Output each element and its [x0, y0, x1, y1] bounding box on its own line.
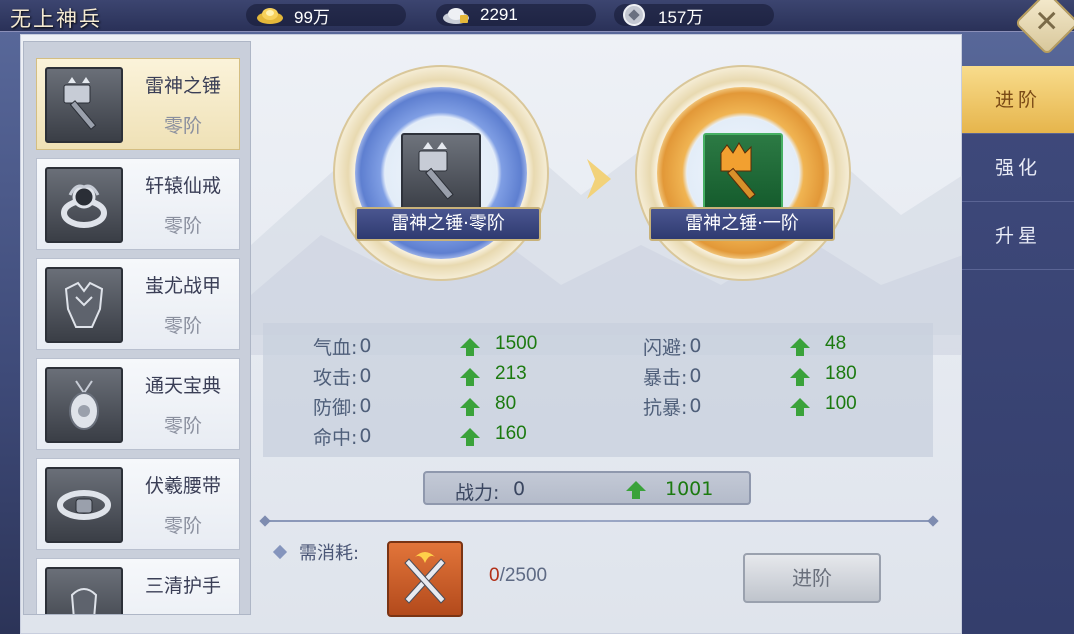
page-title: 无上神兵	[10, 7, 102, 31]
list-item-hammer[interactable]: 雷神之锤 零阶	[36, 58, 240, 150]
top-bar: 无上神兵 99万 2291 157万	[0, 0, 1074, 32]
equipment-list[interactable]: 雷神之锤 零阶 轩辕仙戒 零阶 蚩尤战甲 零阶 通天宝典 零阶 伏羲腰带 零阶 …	[23, 41, 251, 615]
up-arrow-icon	[790, 338, 810, 356]
armor-icon	[45, 267, 123, 343]
stat-row: 暴击: 0	[643, 365, 702, 389]
silver-hammer-icon	[401, 133, 481, 213]
stat-row: 命中: 0	[313, 425, 372, 449]
stat-row: 闪避: 0	[643, 335, 702, 359]
main-panel: 雷神之锤 零阶 轩辕仙戒 零阶 蚩尤战甲 零阶 通天宝典 零阶 伏羲腰带 零阶 …	[20, 34, 963, 634]
stat-row: 攻击: 0	[313, 365, 372, 389]
up-arrow-icon	[460, 428, 480, 446]
stat-row: 防御: 0	[313, 395, 372, 419]
up-arrow-icon	[460, 398, 480, 416]
stat-gain: 1500	[495, 333, 538, 354]
stat-panel: 气血: 0 1500 攻击: 0 213 防御: 0 80 命中: 0 160 闪避: 0…	[263, 323, 933, 457]
cost-count: 0/2500	[489, 565, 547, 587]
stat-row: 抗暴: 0	[643, 395, 702, 419]
item-tier: 零阶	[163, 215, 202, 237]
stat-gain: 180	[825, 363, 857, 384]
ring-icon	[45, 167, 123, 243]
currency-bound: 2291	[442, 3, 518, 27]
next-tier-plate: 雷神之锤·一阶	[649, 207, 835, 241]
stat-gain: 213	[495, 363, 527, 384]
list-item-belt[interactable]: 伏羲腰带 零阶	[36, 458, 240, 550]
gold-ingot-icon	[256, 4, 284, 26]
belt-icon	[45, 467, 123, 543]
golden-hammer-icon	[703, 133, 783, 213]
item-name: 三清护手	[144, 575, 221, 597]
up-arrow-icon	[460, 368, 480, 386]
item-name: 雷神之锤	[144, 75, 221, 97]
next-tier-display	[635, 65, 851, 281]
currency-silver: 157万	[620, 3, 703, 27]
cost-need: /2500	[499, 565, 548, 586]
stat-gain: 80	[495, 393, 517, 414]
item-name: 蚩尤战甲	[144, 275, 221, 297]
power-gain: 1001	[665, 478, 714, 500]
list-item-gauntlet[interactable]: 三清护手	[36, 558, 240, 614]
advance-button[interactable]: 进阶	[743, 553, 881, 603]
list-item-pendant[interactable]: 通天宝典 零阶	[36, 358, 240, 450]
item-name: 轩辕仙戒	[144, 175, 221, 197]
bound-ingot-icon	[442, 4, 470, 26]
up-arrow-icon	[460, 338, 480, 356]
divider	[265, 520, 933, 522]
stat-gain: 100	[825, 393, 857, 414]
item-tier: 零阶	[163, 315, 202, 337]
up-arrow-icon	[790, 368, 810, 386]
diamond-bullet-icon	[272, 544, 288, 560]
tab-enhance[interactable]: 强化	[962, 134, 1074, 202]
currency-bound-value: 2291	[480, 5, 518, 24]
power-label: 战力:	[455, 482, 500, 504]
current-tier-plate: 雷神之锤·零阶	[355, 207, 541, 241]
item-name: 伏羲腰带	[144, 475, 221, 497]
power-current: 0	[513, 478, 526, 500]
list-item-armor[interactable]: 蚩尤战甲 零阶	[36, 258, 240, 350]
stat-gain: 48	[825, 333, 847, 354]
tab-star-up[interactable]: 升星	[962, 202, 1074, 270]
cost-label: 需消耗:	[272, 539, 359, 565]
stat-row: 气血: 0	[313, 335, 372, 359]
combat-power-bar: 战力: 0 1001	[423, 471, 751, 505]
gauntlet-icon	[45, 567, 123, 614]
pendant-icon	[45, 367, 123, 443]
silver-coin-icon	[620, 4, 648, 26]
item-tier: 零阶	[163, 115, 202, 137]
hammer-icon	[45, 67, 123, 143]
up-arrow-icon	[790, 398, 810, 416]
currency-silver-value: 157万	[658, 7, 704, 27]
close-icon: ✕	[1034, 4, 1060, 40]
tab-bar: 进阶 强化 升星	[962, 66, 1074, 634]
tab-advance[interactable]: 进阶	[962, 66, 1074, 134]
item-tier: 零阶	[163, 415, 202, 437]
crossed-swords-material-icon[interactable]	[387, 541, 463, 617]
up-arrow-icon	[626, 481, 646, 499]
cost-have: 0	[489, 565, 500, 586]
item-name: 通天宝典	[144, 375, 221, 397]
stat-gain: 160	[495, 423, 527, 444]
arrow-right-icon	[587, 159, 611, 199]
currency-gold: 99万	[256, 3, 330, 27]
current-tier-display	[333, 65, 549, 281]
item-tier: 零阶	[163, 515, 202, 537]
currency-gold-value: 99万	[294, 7, 330, 27]
list-item-ring[interactable]: 轩辕仙戒 零阶	[36, 158, 240, 250]
